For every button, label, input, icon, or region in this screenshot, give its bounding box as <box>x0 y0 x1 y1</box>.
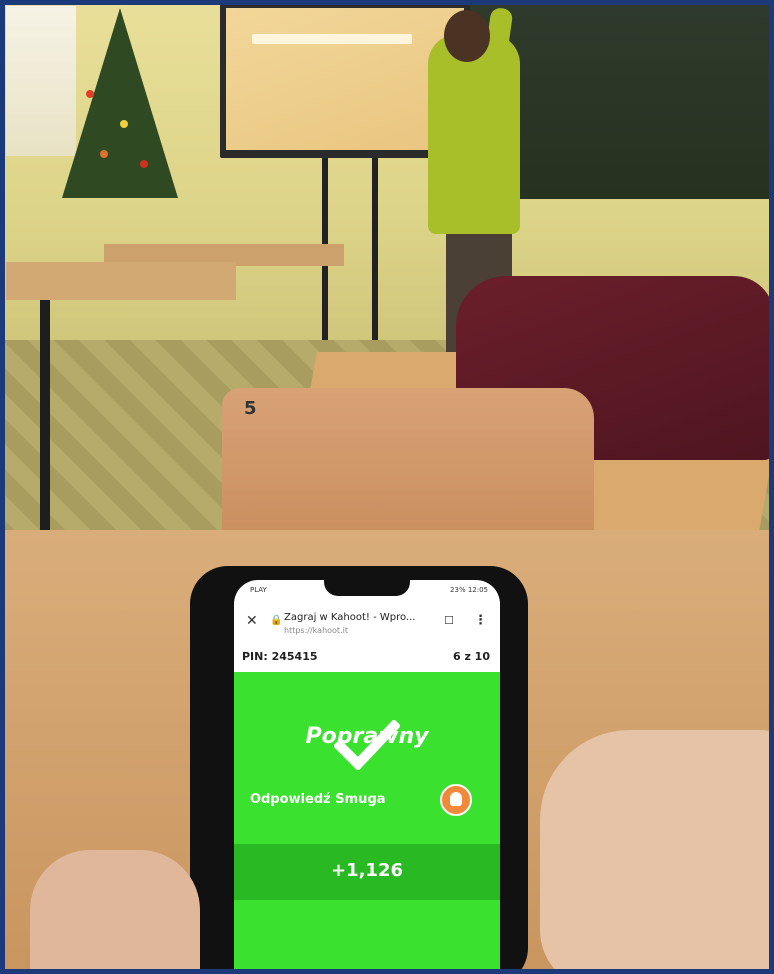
more-icon[interactable]: ⋮ <box>474 613 487 628</box>
phone-screen: PLAY 23% 12:05 ✕ 🔒 Zagraj w Kahoot! - Wp… <box>234 580 500 974</box>
page-url: https://kahoot.it <box>284 626 348 635</box>
left-desk <box>6 262 236 300</box>
points-bar: +1,126 <box>234 844 500 900</box>
desk-leg <box>40 300 50 560</box>
answer-label: Odpowiedź Smuga <box>250 792 386 807</box>
classroom-photo: 5 PLAY 23% 12:05 ✕ 🔒 Zagraj w Kahoot! - … <box>0 0 774 974</box>
game-header: PIN: 245415 6 z 10 <box>234 642 500 672</box>
tree-ornament <box>86 90 94 98</box>
points-value: +1,126 <box>330 860 404 881</box>
game-pin: PIN: 245415 <box>242 650 318 663</box>
left-hand <box>30 850 200 974</box>
tree-ornament <box>100 150 108 158</box>
chair-number: 5 <box>244 398 257 419</box>
question-progress: 6 z 10 <box>452 650 490 663</box>
close-icon[interactable]: ✕ <box>246 613 258 629</box>
avatar-figure <box>450 792 462 806</box>
student-head <box>444 10 490 62</box>
student-shirt <box>428 34 520 234</box>
christmas-tree <box>62 8 178 198</box>
avatar-icon <box>440 784 472 816</box>
tree-ornament <box>120 120 128 128</box>
result-panel: Poprawny Odpowiedź Smuga +1,126 <box>234 672 500 974</box>
check-icon <box>334 720 400 770</box>
status-left: PLAY <box>250 586 267 594</box>
status-right: 23% 12:05 <box>450 586 488 594</box>
chair-back <box>222 388 594 548</box>
display-bar <box>252 34 412 44</box>
tree-ornament <box>140 160 148 168</box>
right-hand <box>540 730 774 974</box>
lock-icon: 🔒 <box>270 615 283 626</box>
bookmark-icon[interactable]: ☐ <box>444 614 454 627</box>
page-title: Zagraj w Kahoot! - Wpro... <box>284 612 416 623</box>
status-bar: PLAY 23% 12:05 <box>234 584 500 598</box>
browser-bar: ✕ 🔒 Zagraj w Kahoot! - Wpro... https://k… <box>234 602 500 643</box>
display-stand <box>372 158 378 348</box>
